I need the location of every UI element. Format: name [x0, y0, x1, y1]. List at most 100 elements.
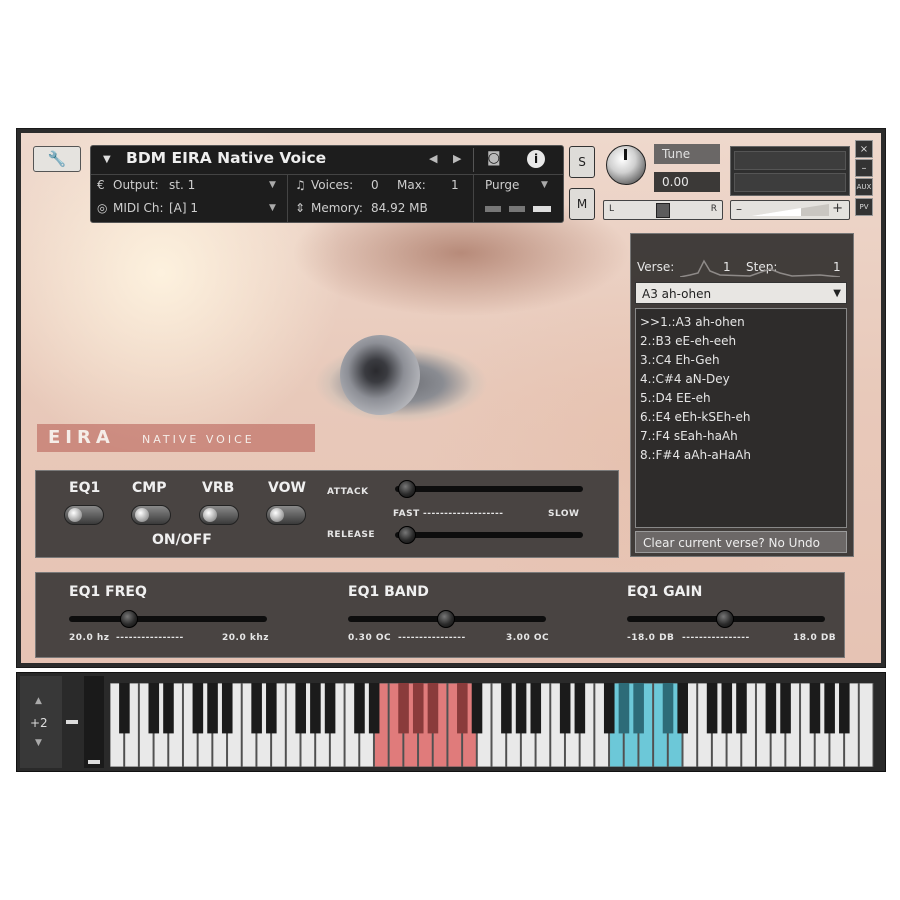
white-key[interactable]	[858, 683, 874, 767]
max-voices-value[interactable]: 1	[451, 178, 459, 192]
mod-wheel[interactable]	[84, 676, 104, 768]
black-key[interactable]	[457, 683, 468, 734]
list-item[interactable]: 7.:F4 sEah-haAh	[640, 429, 738, 443]
black-key[interactable]	[251, 683, 262, 734]
purge-dropdown-icon[interactable]: ▼	[541, 180, 548, 190]
toggle-knob	[68, 508, 82, 522]
black-key[interactable]	[765, 683, 777, 734]
piano-keyboard[interactable]	[110, 683, 874, 767]
pv-button[interactable]: PV	[855, 198, 873, 216]
black-key[interactable]	[501, 683, 512, 734]
meter-left	[734, 151, 846, 170]
knob-indicator	[624, 149, 627, 160]
black-key[interactable]	[368, 683, 380, 734]
pitch-wheel[interactable]	[64, 676, 80, 768]
release-label: RELEASE	[327, 530, 376, 540]
output-value[interactable]: st. 1	[169, 178, 195, 192]
list-item[interactable]: 2.:B3 eE-eh-eeh	[640, 334, 736, 348]
black-key[interactable]	[310, 683, 321, 734]
black-key[interactable]	[824, 683, 835, 734]
black-key[interactable]	[266, 683, 277, 734]
octave-up-icon[interactable]: ▲	[35, 696, 42, 706]
black-key[interactable]	[427, 683, 439, 734]
black-key[interactable]	[574, 683, 586, 734]
black-key[interactable]	[354, 683, 365, 734]
output-icon: €	[97, 178, 105, 192]
black-key[interactable]	[721, 683, 733, 734]
vow-toggle[interactable]	[266, 505, 306, 525]
black-key[interactable]	[706, 683, 718, 734]
solo-button[interactable]: S	[569, 146, 595, 178]
black-key[interactable]	[221, 683, 233, 734]
verse-select[interactable]: A3 ah-ohen ▼	[635, 282, 847, 304]
band-min-label: 0.30 OC	[348, 633, 392, 643]
black-key[interactable]	[192, 683, 204, 734]
black-key[interactable]	[530, 683, 542, 734]
tune-value[interactable]: 0.00	[654, 172, 720, 192]
black-key[interactable]	[324, 683, 336, 734]
divider	[473, 174, 474, 222]
black-key[interactable]	[809, 683, 821, 734]
pan-slider[interactable]: L R	[603, 200, 723, 220]
verse-list[interactable]: >>1.:A3 ah-ohen 2.:B3 eE-eh-eeh 3.:C4 Eh…	[635, 308, 847, 528]
chevron-down-icon[interactable]: ▼	[103, 154, 111, 165]
prev-instrument-icon[interactable]: ◀	[429, 152, 437, 165]
output-dropdown-icon[interactable]: ▼	[269, 180, 276, 190]
octave-down-icon[interactable]: ▼	[35, 738, 42, 748]
purge-button[interactable]: Purge	[485, 178, 519, 192]
mute-button[interactable]: M	[569, 188, 595, 220]
freq-min-label: 20.0 hz	[69, 633, 110, 643]
camera-icon[interactable]: ◙	[487, 150, 501, 166]
black-key[interactable]	[207, 683, 218, 734]
volume-slider[interactable]: – +	[730, 200, 850, 220]
black-key[interactable]	[163, 683, 174, 734]
chevron-down-icon: ▼	[833, 288, 841, 299]
aux-button[interactable]: AUX	[855, 178, 873, 196]
black-key[interactable]	[618, 683, 630, 734]
black-key[interactable]	[603, 683, 615, 734]
black-key[interactable]	[736, 683, 747, 734]
cmp-toggle[interactable]	[131, 505, 171, 525]
pan-handle[interactable]	[656, 203, 670, 218]
close-button[interactable]: ×	[855, 140, 873, 158]
list-item[interactable]: 4.:C#4 aN-Dey	[640, 372, 730, 386]
black-key[interactable]	[398, 683, 409, 734]
list-item[interactable]: 8.:F#4 aAh-aHaAh	[640, 448, 751, 462]
release-slider[interactable]	[395, 532, 583, 538]
black-key[interactable]	[559, 683, 571, 734]
settings-button[interactable]: 🔧	[33, 146, 81, 172]
clear-verse-button[interactable]: Clear current verse? No Undo	[635, 531, 847, 553]
attack-slider[interactable]	[395, 486, 583, 492]
vow-label: VOW	[268, 480, 306, 496]
list-item[interactable]: 3.:C4 Eh-Geh	[640, 353, 720, 367]
black-key[interactable]	[412, 683, 424, 734]
black-key[interactable]	[471, 683, 483, 734]
black-key[interactable]	[633, 683, 644, 734]
black-key[interactable]	[119, 683, 130, 734]
eq1-freq-slider-handle[interactable]	[119, 610, 138, 628]
black-key[interactable]	[662, 683, 674, 734]
tune-knob[interactable]	[606, 145, 646, 185]
minimize-button[interactable]: –	[855, 159, 873, 177]
black-key[interactable]	[148, 683, 160, 734]
midi-value[interactable]: [A] 1	[169, 201, 198, 215]
list-item[interactable]: 6.:E4 eEh-kSEh-eh	[640, 410, 751, 424]
midi-dropdown-icon[interactable]: ▼	[269, 203, 276, 213]
instrument-name[interactable]: BDM EIRA Native Voice	[126, 149, 326, 167]
attack-label: ATTACK	[327, 487, 369, 497]
info-icon[interactable]: i	[527, 150, 545, 168]
list-item[interactable]: >>1.:A3 ah-ohen	[640, 315, 745, 329]
black-key[interactable]	[295, 683, 306, 734]
next-instrument-icon[interactable]: ▶	[453, 152, 461, 165]
black-key[interactable]	[677, 683, 688, 734]
band-max-label: 3.00 OC	[506, 633, 550, 643]
pitch-wheel-marker	[66, 720, 78, 724]
black-key[interactable]	[839, 683, 850, 734]
eq1-toggle[interactable]	[64, 505, 104, 525]
vrb-toggle[interactable]	[199, 505, 239, 525]
cmp-label: CMP	[132, 480, 167, 496]
eq1-freq-slider[interactable]	[69, 616, 267, 622]
black-key[interactable]	[780, 683, 791, 734]
list-item[interactable]: 5.:D4 EE-eh	[640, 391, 711, 405]
black-key[interactable]	[515, 683, 527, 734]
